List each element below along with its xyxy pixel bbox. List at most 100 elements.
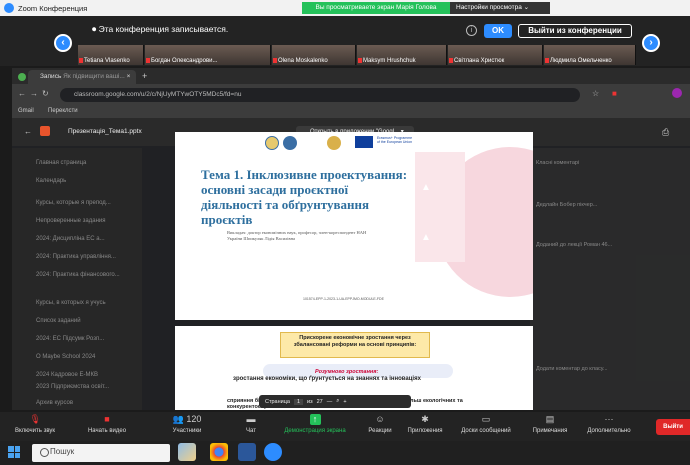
participant-thumbnail[interactable]: Olena Moskalenko (272, 45, 356, 65)
print-icon[interactable]: ⎙ (662, 127, 669, 138)
sidebar-item[interactable]: Архив курсов (36, 400, 73, 406)
start-video-button[interactable]: ■ Начать видео (76, 414, 138, 434)
new-tab-icon[interactable]: + (142, 71, 147, 81)
arrow-icon: ▲ (421, 182, 431, 193)
sidebar-item[interactable]: 2024: Дисципліна ЕС а... (36, 236, 105, 242)
recording-text: Эта конференция записывается. (98, 24, 229, 34)
forward-icon[interactable]: → (30, 89, 38, 98)
zoom-title-bar: Zoom Конференция Вы просматриваете экран… (0, 0, 690, 16)
bookmark-translate[interactable]: Переклсти (48, 108, 78, 114)
zoom-logo-icon (4, 3, 14, 13)
slide-footer: 101574-EPP-1-2023-1-UA-EPPJMO-MODULE-FDE (303, 297, 384, 301)
participants-button[interactable]: 👥 120 Участники (162, 414, 212, 434)
pptx-file-icon (40, 126, 50, 136)
close-tab-icon[interactable]: × (127, 73, 131, 80)
sidebar-item[interactable]: Курсы, в которых я учусь (36, 300, 106, 306)
panel-item: Дедлайн Бобер пікчер... (536, 202, 598, 208)
classroom-sidebar: Главная страница Календарь Курсы, которы… (12, 148, 142, 410)
zoom-search-icon[interactable]: ⌕ (336, 398, 339, 405)
erasmus-line-2: of the European Union (377, 140, 413, 144)
participant-thumbnail[interactable]: Людмила Омельченко (544, 45, 636, 65)
sidebar-item[interactable]: О Maybe School 2024 (36, 354, 95, 360)
exit-button[interactable]: Выйти (656, 419, 690, 435)
viewer-back-icon[interactable]: ← (24, 127, 32, 136)
whiteboards-button[interactable]: ▭ Доски сообщений (452, 414, 520, 434)
video-off-icon: ■ (104, 414, 110, 424)
start-video-label: Начать видео (87, 428, 127, 434)
zoom-taskbar-icon[interactable] (264, 443, 282, 461)
reactions-button[interactable]: ☺ Реакции (360, 414, 400, 434)
participant-name: Світлана Христюк (454, 58, 505, 64)
more-button[interactable]: ··· Дополнительно (578, 414, 640, 434)
reactions-label: Реакции (368, 428, 392, 434)
sidebar-item[interactable]: Курсы, которые я препод... (36, 200, 111, 206)
zoom-in-button[interactable]: + (343, 399, 346, 405)
unmute-label: Включить звук (14, 428, 55, 434)
institute-logo-icon (283, 136, 297, 150)
ok-button[interactable]: OK (484, 24, 512, 38)
extension-icon[interactable]: ■ (612, 89, 617, 98)
reload-icon[interactable]: ↻ (42, 89, 49, 98)
chrome-taskbar-icon[interactable] (210, 443, 228, 461)
slide-title: Тема 1. Інклюзивне проектування: основні… (201, 167, 408, 227)
more-icon: ··· (604, 414, 614, 424)
prev-page-arrow-icon[interactable]: ‹ (54, 34, 72, 52)
page-navigator: Страница 1 из 27 — ⌕ + (259, 395, 411, 408)
notes-button[interactable]: ▤ Примечания (524, 414, 576, 434)
notes-icon: ▤ (545, 414, 555, 424)
stream-panel: Класні коментарі Дедлайн Бобер пікчер...… (530, 148, 690, 410)
bookmark-gmail[interactable]: Gmail (18, 108, 34, 114)
apps-icon: ✱ (421, 414, 429, 424)
sidebar-item[interactable]: Главная страница (36, 160, 86, 166)
whiteboard-icon: ▭ (481, 414, 491, 424)
participant-thumbnail[interactable]: Tetiana Vlasenko (78, 45, 144, 65)
word-taskbar-icon[interactable] (238, 443, 256, 461)
avatar[interactable] (672, 88, 682, 98)
sidebar-item[interactable]: Непроверенные задания (36, 218, 106, 224)
sidebar-item[interactable]: 2024: Практика управління... (36, 254, 116, 260)
arrow-icon: ▲ (421, 232, 431, 243)
chat-label: Чат (246, 428, 256, 434)
sidebar-item[interactable]: 2024 Кадровое Е-МКВ (36, 372, 98, 378)
slide-1[interactable]: ▲ ▲ Erasmus+ Programme of the European Un… (175, 132, 533, 320)
principles-box: Прискорене економічне зростання через зб… (280, 332, 430, 358)
taskbar-search[interactable]: Пошук (32, 444, 170, 462)
back-icon[interactable]: ← (18, 89, 26, 98)
participant-thumbnail[interactable]: Богдан Олександрови... (145, 45, 271, 65)
panel-item: Доданий до лекції Роман 46... (536, 242, 613, 248)
unmute-button[interactable]: 🎙 Включить звук (4, 414, 66, 434)
tab-subtitle: Як підвищити ваші... (63, 73, 125, 80)
mic-muted-icon: 🎙 (29, 414, 41, 424)
window-title: Zoom Конференция (18, 3, 88, 13)
page-of-label: из (307, 398, 313, 405)
weather-widget-icon[interactable] (178, 443, 196, 461)
sidebar-item[interactable]: 2023 Підприємства освіт... (36, 384, 109, 390)
url-field[interactable]: classroom.google.com/u/2/c/NjUyMTYwOTY5M… (60, 88, 580, 102)
zoom-out-button[interactable]: — (327, 399, 333, 405)
bookmark-star-icon[interactable]: ☆ (592, 89, 599, 98)
info-icon[interactable]: i (466, 25, 477, 36)
windows-start-icon[interactable] (8, 446, 20, 458)
sidebar-item[interactable]: Список заданий (36, 318, 81, 324)
share-screen-label: Демонстрация экрана (284, 428, 346, 434)
sidebar-item[interactable]: Календарь (36, 178, 66, 184)
participant-thumbnail[interactable]: Maksym Hrushchuk (357, 45, 447, 65)
current-page-input[interactable]: 1 (293, 398, 303, 405)
participant-thumbnail[interactable]: Світлана Христюк (448, 45, 543, 65)
university-seal-icon (265, 136, 279, 150)
chat-button[interactable]: ▬ Чат (236, 414, 266, 434)
sidebar-item[interactable]: 2024: Практика фінансового... (36, 272, 120, 278)
sidebar-item[interactable]: 2024: ЕС Підсумк Розп... (36, 336, 104, 342)
eu-flag-icon (355, 136, 373, 148)
chrome-profile-icon[interactable] (18, 73, 26, 81)
participants-label: Участники (172, 428, 202, 434)
participants-icon: 👥 120 (172, 414, 202, 424)
chat-icon: ▬ (246, 414, 256, 424)
view-settings-button[interactable]: Настройки просмотра ⌄ (450, 2, 550, 14)
share-screen-button[interactable]: ↑ Демонстрация экрана (276, 414, 354, 434)
more-label: Дополнительно (587, 428, 631, 434)
next-page-arrow-icon[interactable]: › (642, 34, 660, 52)
leave-meeting-button[interactable]: Выйти из конференции (518, 24, 632, 38)
apps-button[interactable]: ✱ Приложения (400, 414, 450, 434)
browser-tab[interactable]: Запись Як підвищити ваші... × (28, 70, 136, 84)
